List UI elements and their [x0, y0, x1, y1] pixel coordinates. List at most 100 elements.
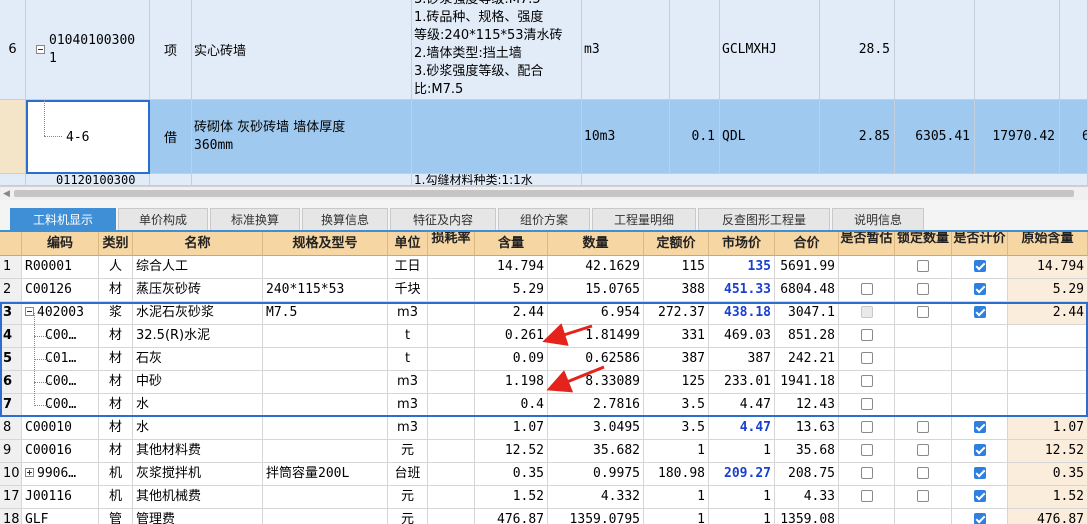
material-total[interactable]: 35.68: [775, 440, 839, 463]
tab-material-display[interactable]: 工料机显示: [10, 208, 116, 230]
tab-description-info[interactable]: 说明信息: [832, 208, 924, 230]
material-unit[interactable]: 元: [388, 509, 428, 524]
market-price[interactable]: 438.18: [709, 302, 775, 325]
material-name[interactable]: 灰浆搅拌机: [133, 463, 263, 486]
checkbox-cell-est[interactable]: [839, 371, 895, 394]
original-content[interactable]: 14.794: [1008, 256, 1088, 279]
item-quantity[interactable]: 28.5: [820, 0, 895, 100]
tab-quantity-details[interactable]: 工程量明细: [592, 208, 696, 230]
material-name[interactable]: 其他材料费: [133, 440, 263, 463]
base-price[interactable]: 388: [644, 279, 709, 302]
material-total[interactable]: 13.63: [775, 417, 839, 440]
material-name[interactable]: 其他机械费: [133, 486, 263, 509]
material-quantity[interactable]: 2.7816: [548, 394, 644, 417]
material-quantity[interactable]: 1359.0795: [548, 509, 644, 524]
checkbox-icon[interactable]: [860, 374, 873, 387]
material-unit[interactable]: 台班: [388, 463, 428, 486]
checkbox-icon[interactable]: [860, 466, 873, 479]
material-quantity[interactable]: 15.0765: [548, 279, 644, 302]
checkbox-icon[interactable]: [860, 443, 873, 456]
material-unit[interactable]: 千块: [388, 279, 428, 302]
market-price[interactable]: 233.01: [709, 371, 775, 394]
column-header-category[interactable]: 类别: [99, 232, 133, 256]
material-code[interactable]: GLF: [22, 509, 99, 524]
material-total[interactable]: 12.43: [775, 394, 839, 417]
original-content[interactable]: [1008, 394, 1088, 417]
column-header-quantity[interactable]: 数量: [548, 232, 644, 256]
material-name[interactable]: 水: [133, 417, 263, 440]
original-content[interactable]: 5.29: [1008, 279, 1088, 302]
material-total[interactable]: 851.28: [775, 325, 839, 348]
material-quantity[interactable]: 0.62586: [548, 348, 644, 371]
material-quantity[interactable]: 0.9975: [548, 463, 644, 486]
material-name[interactable]: 管理费: [133, 509, 263, 524]
material-unit[interactable]: m3: [388, 371, 428, 394]
quota-formula[interactable]: QDL: [720, 100, 820, 174]
base-price[interactable]: 272.37: [644, 302, 709, 325]
material-code[interactable]: C00016: [22, 440, 99, 463]
material-quantity[interactable]: 35.682: [548, 440, 644, 463]
material-spec[interactable]: [263, 509, 388, 524]
checkbox-cell-lock[interactable]: [895, 279, 952, 302]
material-content[interactable]: 0.35: [475, 463, 548, 486]
material-total[interactable]: 1941.18: [775, 371, 839, 394]
material-total[interactable]: 6804.48: [775, 279, 839, 302]
material-total[interactable]: 242.21: [775, 348, 839, 371]
checkbox-cell-est[interactable]: [839, 486, 895, 509]
material-code[interactable]: C00010: [22, 417, 99, 440]
tab-unit-price-composition[interactable]: 单价构成: [118, 208, 208, 230]
material-name[interactable]: 蒸压灰砂砖: [133, 279, 263, 302]
checkbox-cell-price[interactable]: [952, 325, 1008, 348]
checkbox-cell-lock[interactable]: [895, 463, 952, 486]
checkbox-icon[interactable]: [917, 259, 929, 272]
column-header-content[interactable]: 含量: [475, 232, 548, 256]
checkbox-cell-price[interactable]: [952, 417, 1008, 440]
checkbox-cell-lock[interactable]: [895, 302, 952, 325]
checkbox-cell-est[interactable]: [839, 509, 895, 524]
material-name[interactable]: 水泥石灰砂浆: [133, 302, 263, 325]
column-header-loss-rate[interactable]: 损耗率: [428, 232, 475, 256]
material-content[interactable]: 1.52: [475, 486, 548, 509]
base-price[interactable]: 331: [644, 325, 709, 348]
checkbox-cell-est[interactable]: [839, 279, 895, 302]
material-content[interactable]: 0.261: [475, 325, 548, 348]
checkbox-cell-lock[interactable]: [895, 394, 952, 417]
checkbox-cell-lock[interactable]: [895, 440, 952, 463]
base-price[interactable]: 3.5: [644, 394, 709, 417]
scroll-left-icon[interactable]: ◀: [3, 189, 10, 199]
checkbox-icon[interactable]: [917, 489, 929, 502]
checkbox-icon[interactable]: [917, 466, 929, 479]
checkbox-checked-icon[interactable]: [973, 466, 986, 479]
checkbox-icon[interactable]: [860, 328, 873, 341]
original-content[interactable]: [1008, 325, 1088, 348]
market-price[interactable]: 1: [709, 486, 775, 509]
checkbox-cell-lock[interactable]: [895, 486, 952, 509]
checkbox-icon[interactable]: [860, 282, 873, 295]
checkbox-checked-icon[interactable]: [973, 259, 986, 272]
market-price[interactable]: 1: [709, 440, 775, 463]
material-unit[interactable]: 工日: [388, 256, 428, 279]
checkbox-cell-price[interactable]: [952, 394, 1008, 417]
material-total[interactable]: 208.75: [775, 463, 839, 486]
checkbox-icon[interactable]: [860, 420, 873, 433]
material-name[interactable]: 水: [133, 394, 263, 417]
checkbox-icon[interactable]: [917, 420, 929, 433]
material-spec[interactable]: [263, 440, 388, 463]
material-code[interactable]: J00116: [22, 486, 99, 509]
material-code[interactable]: C00126: [22, 279, 99, 302]
checkbox-checked-icon[interactable]: [973, 512, 986, 524]
checkbox-cell-lock[interactable]: [895, 348, 952, 371]
item-name[interactable]: 实心砖墙: [192, 0, 412, 100]
checkbox-checked-icon[interactable]: [973, 443, 986, 456]
expand-icon[interactable]: [25, 468, 34, 477]
material-name[interactable]: 石灰: [133, 348, 263, 371]
original-content[interactable]: 0.35: [1008, 463, 1088, 486]
material-spec[interactable]: [263, 348, 388, 371]
material-quantity[interactable]: 1.81499: [548, 325, 644, 348]
item-description[interactable]: 3.砂浆强度等级:M7.5 1.砖品种、规格、强度 等级:240*115*53清…: [412, 0, 582, 100]
material-content[interactable]: 0.4: [475, 394, 548, 417]
material-name[interactable]: 32.5(R)水泥: [133, 325, 263, 348]
material-spec[interactable]: M7.5: [263, 302, 388, 325]
material-name[interactable]: 中砂: [133, 371, 263, 394]
material-unit[interactable]: m3: [388, 394, 428, 417]
